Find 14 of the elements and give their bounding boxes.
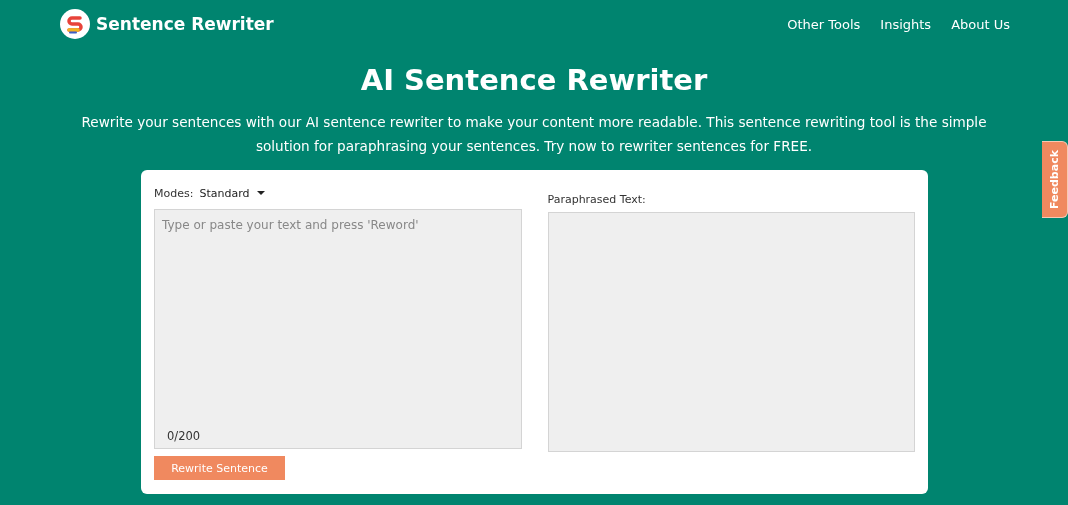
brand-name[interactable]: Sentence Rewriter	[96, 14, 274, 34]
mode-dropdown[interactable]: Standard	[199, 186, 266, 200]
output-label: Paraphrased Text:	[547, 193, 646, 206]
character-counter: 0/200	[167, 429, 201, 443]
rewrite-button[interactable]: Rewrite Sentence	[154, 456, 285, 480]
caret-icon	[257, 191, 266, 195]
logo-icon	[60, 9, 90, 39]
page-description: Rewrite your sentences with our AI sentence rewriter to make your content more readable. This sentence rewriting tool is the simple solution for paraphrasing your sentences. Try now to rewriter sentences for FREE.	[80, 113, 988, 156]
nav-link[interactable]: About Us	[951, 16, 1010, 32]
nav-link[interactable]: Insights	[880, 16, 932, 32]
modes-label: Modes:	[154, 186, 194, 200]
feedback-tab[interactable]: Feedback	[1042, 141, 1068, 218]
page-title: AI Sentence Rewriter	[359, 62, 709, 98]
nav-link[interactable]: Other Tools	[787, 16, 861, 32]
